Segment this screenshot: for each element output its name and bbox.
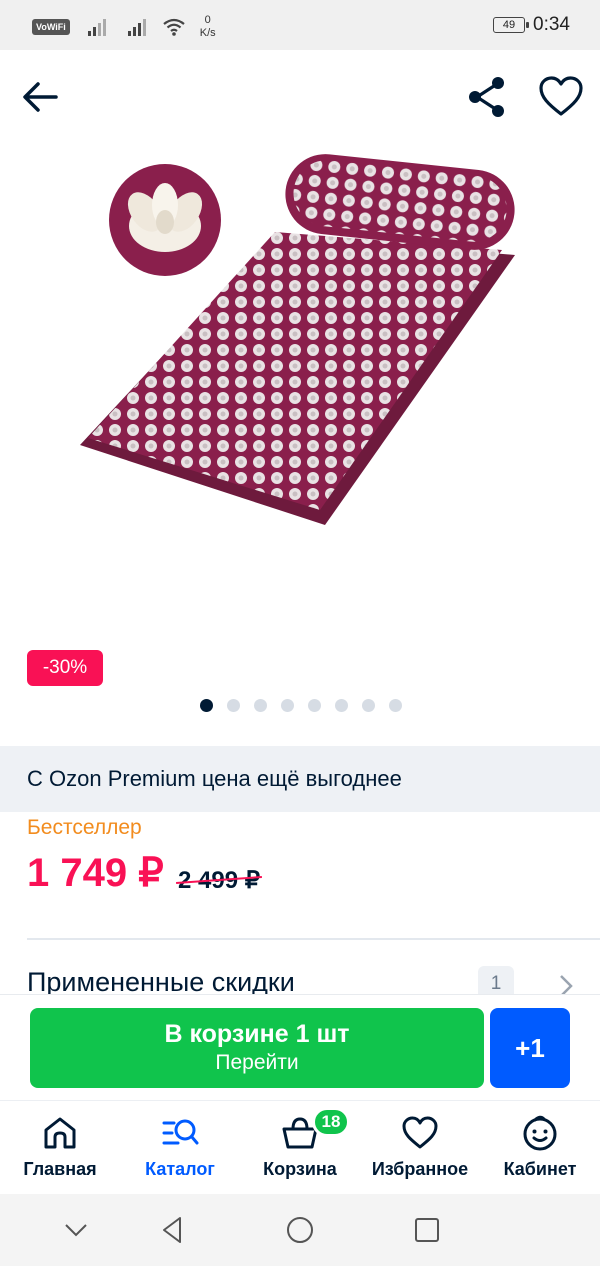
bestseller-label: Бестселлер [27,816,142,839]
bottom-nav: Главная Каталог 18 Корзина Избранное Каб… [0,1100,600,1194]
home-icon [44,1117,76,1149]
nav-profile-label: Кабинет [503,1159,577,1179]
nav-cart-label: Корзина [263,1159,337,1179]
pagination-dot[interactable] [389,699,402,712]
applied-discounts-label: Примененные скидки [27,967,295,996]
pagination-dot[interactable] [308,699,321,712]
nav-profile[interactable]: Кабинет [480,1113,600,1189]
network-speed: 0 K/s [199,14,216,39]
profile-face-icon [523,1115,557,1151]
applied-discounts-count: 1 [478,966,514,996]
old-price: 2 499 ₽ [176,866,262,895]
in-cart-button[interactable]: В корзине 1 шт Перейти [30,1008,484,1088]
system-home-icon[interactable] [284,1214,316,1246]
pagination-dot[interactable] [362,699,375,712]
nav-favorites[interactable]: Избранное [360,1113,480,1189]
pagination-dot[interactable] [227,699,240,712]
lotus-inset [105,160,225,280]
nav-home[interactable]: Главная [0,1113,120,1189]
heart-icon [402,1116,438,1149]
signal-strength-2-icon [127,18,146,36]
signal-strength-icon [87,18,106,36]
status-bar: VoWiFi 0 K/s 49 0:34 [0,0,600,50]
product-image[interactable] [70,150,530,540]
chevron-right-icon [560,975,573,996]
nav-catalog[interactable]: Каталог [120,1113,240,1189]
in-cart-subtitle: Перейти [215,1051,299,1074]
image-pagination [200,699,402,712]
plus-one-button[interactable]: +1 [490,1008,570,1088]
pagination-dot[interactable] [281,699,294,712]
premium-banner[interactable]: С Ozon Premium цена ещё выгоднее [0,746,600,812]
arrow-left-icon [23,82,58,112]
cart-count-badge: 18 [312,1107,350,1137]
pagination-dot[interactable] [335,699,348,712]
system-back-icon[interactable] [156,1214,188,1246]
share-icon [469,77,504,117]
system-nav-bar [0,1194,600,1266]
nav-catalog-label: Каталог [145,1159,215,1179]
back-button[interactable] [18,74,64,120]
wifi-icon [163,18,185,36]
current-price: 1 749 ₽ [27,851,164,895]
nav-home-label: Главная [23,1159,97,1179]
applied-discounts-row[interactable]: Примененные скидки 1 [0,962,600,996]
system-recents-icon[interactable] [411,1214,443,1246]
battery-icon: 49 [493,17,530,33]
chevron-down-icon[interactable] [60,1214,92,1246]
pagination-dot[interactable] [200,699,213,712]
clock: 0:34 [533,14,570,35]
vowifi-indicator: VoWiFi [32,19,70,35]
pagination-dot[interactable] [254,699,267,712]
action-bar: В корзине 1 шт Перейти +1 [0,994,600,1100]
catalog-search-icon [162,1119,199,1145]
nav-favorites-label: Избранное [371,1159,469,1179]
nav-cart[interactable]: 18 Корзина [240,1107,360,1189]
in-cart-title: В корзине 1 шт [164,1020,350,1048]
favorite-button[interactable] [536,72,586,122]
divider [27,938,600,940]
heart-icon [539,76,583,116]
discount-badge: -30% [27,650,103,686]
share-button[interactable] [464,74,510,120]
